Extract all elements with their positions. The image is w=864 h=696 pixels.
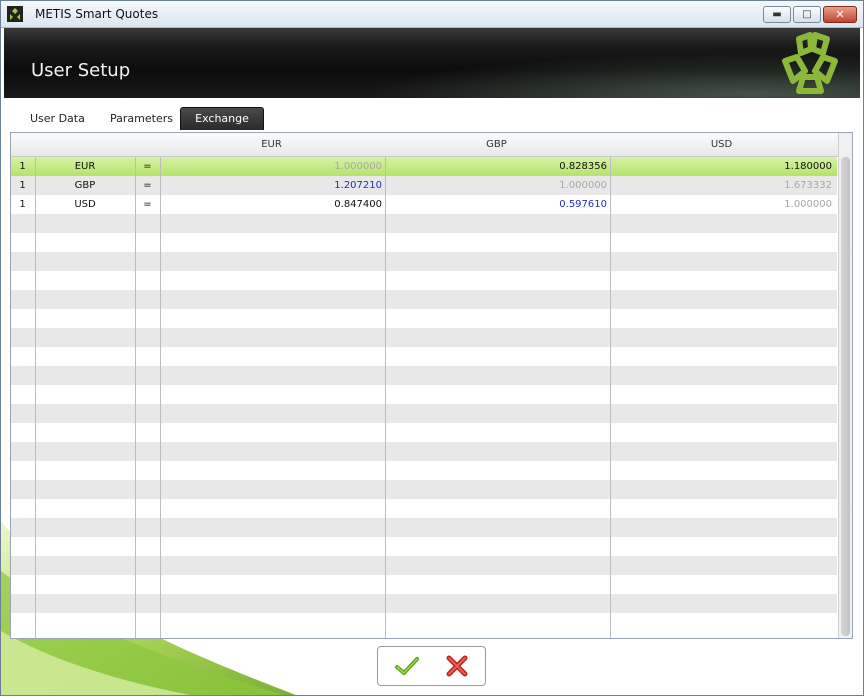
maximize-button[interactable]: □ — [793, 6, 821, 23]
rate-cell-eur[interactable]: 0.847400 — [161, 195, 388, 214]
minimize-button[interactable]: ▬ — [763, 6, 791, 23]
column-divider — [160, 157, 161, 638]
checkmark-icon[interactable] — [394, 653, 420, 679]
column-divider — [385, 157, 386, 638]
rate-cell-gbp[interactable]: 0.597610 — [386, 195, 613, 214]
window-title: METIS Smart Quotes — [35, 7, 159, 21]
page-title: User Setup — [31, 60, 131, 81]
quantity-cell: 1 — [19, 199, 26, 210]
column-header-gbp[interactable]: GBP — [386, 133, 607, 156]
app-window: METIS Smart Quotes ▬ □ ✕ User Setup User… — [0, 0, 864, 696]
equals-cell: = — [143, 180, 152, 191]
currency-code-cell: USD — [74, 199, 96, 210]
scrollbar-thumb[interactable] — [841, 157, 850, 636]
exchange-rate-grid[interactable]: EUR GBP USD 1 EUR = 1.000000 0.828356 1.18000… — [10, 132, 853, 639]
column-divider — [135, 157, 136, 638]
currency-code-cell: EUR — [74, 161, 96, 172]
column-header-usd[interactable]: USD — [611, 133, 832, 156]
column-divider — [35, 157, 36, 638]
vertical-scrollbar[interactable] — [838, 133, 852, 638]
quantity-cell: 1 — [19, 180, 26, 191]
tab-user-data[interactable]: User Data — [30, 108, 85, 130]
close-icon: ✕ — [835, 8, 845, 21]
metis-logo-icon — [782, 32, 838, 94]
rate-cell-usd[interactable]: 1.180000 — [611, 157, 838, 176]
column-divider — [610, 157, 611, 638]
equals-cell: = — [143, 199, 152, 210]
rate-cell-usd[interactable]: 1.000000 — [611, 195, 838, 214]
tab-exchange-rate[interactable]: Exchange Rate — [180, 107, 264, 147]
rate-cell-usd[interactable]: 1.673332 — [611, 176, 838, 195]
equals-cell: = — [143, 161, 152, 172]
currency-code-cell: GBP — [74, 180, 96, 191]
minimize-icon: ▬ — [772, 9, 782, 20]
close-button[interactable]: ✕ — [823, 6, 857, 23]
column-header-eur[interactable]: EUR — [161, 133, 382, 156]
maximize-icon: □ — [802, 9, 812, 20]
quantity-cell: 1 — [19, 161, 26, 172]
rate-cell-eur[interactable]: 1.000000 — [161, 157, 388, 176]
title-bar[interactable]: METIS Smart Quotes ▬ □ ✕ — [1, 1, 863, 28]
rate-cell-eur[interactable]: 1.207210 — [161, 176, 388, 195]
action-button-group — [377, 646, 486, 686]
header-banner: User Setup — [4, 28, 860, 98]
grid-header: EUR GBP USD — [11, 133, 852, 157]
x-icon[interactable] — [444, 653, 470, 679]
rate-cell-gbp[interactable]: 1.000000 — [386, 176, 613, 195]
tab-parameters[interactable]: Parameters — [110, 108, 173, 130]
rate-cell-gbp[interactable]: 0.828356 — [386, 157, 613, 176]
app-icon — [7, 6, 23, 22]
